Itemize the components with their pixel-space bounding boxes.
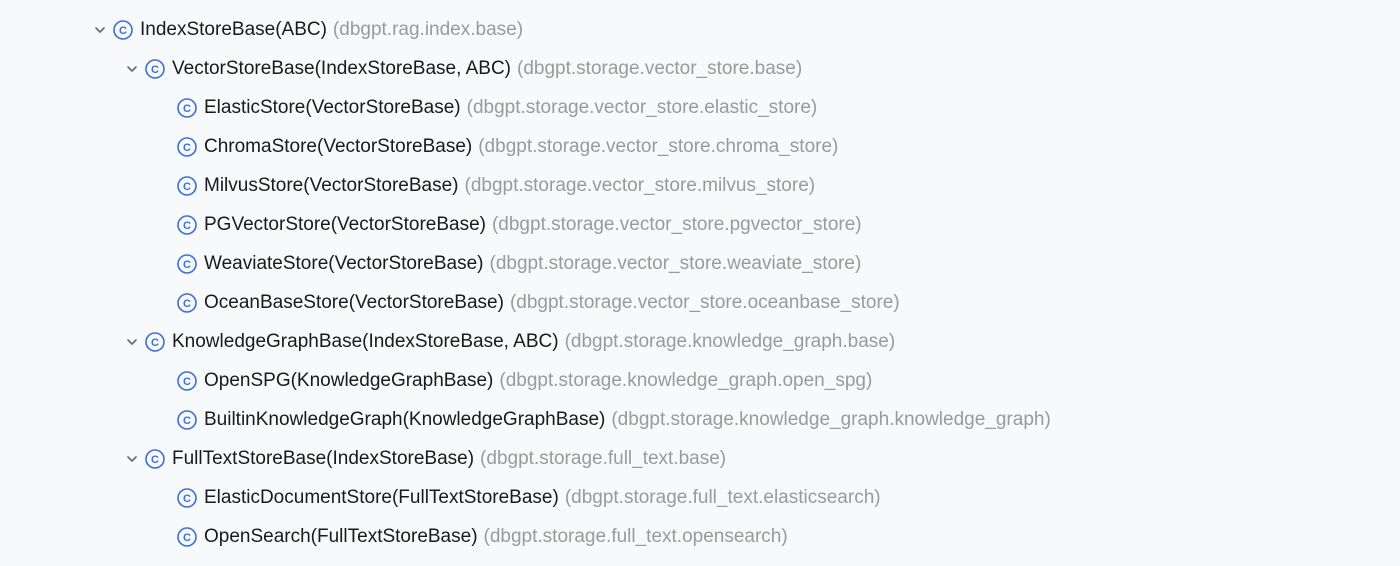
class-signature: IndexStoreBase(ABC) bbox=[140, 19, 327, 41]
svg-text:C: C bbox=[183, 142, 191, 154]
class-signature: ChromaStore(VectorStoreBase) bbox=[204, 136, 472, 158]
class-icon: C bbox=[144, 331, 166, 353]
class-icon: C bbox=[112, 19, 134, 41]
class-signature: OpenSearch(FullTextStoreBase) bbox=[204, 526, 478, 548]
svg-text:C: C bbox=[183, 220, 191, 232]
module-path: (dbgpt.rag.index.base) bbox=[333, 19, 523, 41]
class-signature: WeaviateStore(VectorStoreBase) bbox=[204, 253, 484, 275]
class-signature: VectorStoreBase(IndexStoreBase, ABC) bbox=[172, 58, 511, 80]
class-icon: C bbox=[176, 370, 198, 392]
class-signature: MilvusStore(VectorStoreBase) bbox=[204, 175, 459, 197]
class-icon: C bbox=[144, 58, 166, 80]
chevron-down-icon[interactable] bbox=[122, 63, 142, 75]
module-path: (dbgpt.storage.vector_store.pgvector_sto… bbox=[492, 214, 862, 236]
chevron-down-icon[interactable] bbox=[122, 336, 142, 348]
class-icon: C bbox=[176, 526, 198, 548]
module-path: (dbgpt.storage.vector_store.elastic_stor… bbox=[467, 97, 818, 119]
tree-row[interactable]: C WeaviateStore(VectorStoreBase) (dbgpt.st… bbox=[90, 244, 1400, 283]
module-path: (dbgpt.storage.full_text.base) bbox=[480, 448, 726, 470]
tree-row[interactable]: C PGVectorStore(VectorStoreBase) (dbgpt.st… bbox=[90, 205, 1400, 244]
class-signature: PGVectorStore(VectorStoreBase) bbox=[204, 214, 486, 236]
tree-row[interactable]: C ElasticDocumentStore(FullTextStoreBase)… bbox=[90, 478, 1400, 517]
module-path: (dbgpt.storage.vector_store.weaviate_sto… bbox=[490, 253, 862, 275]
tree-row[interactable]: C OpenSPG(KnowledgeGraphBase) (dbgpt.stora… bbox=[90, 361, 1400, 400]
tree-row[interactable]: C KnowledgeGraphBase(IndexStoreBase, ABC)… bbox=[90, 322, 1400, 361]
class-icon: C bbox=[176, 292, 198, 314]
class-signature: BuiltinKnowledgeGraph(KnowledgeGraphBase… bbox=[204, 409, 605, 431]
class-signature: OceanBaseStore(VectorStoreBase) bbox=[204, 292, 504, 314]
class-icon: C bbox=[144, 448, 166, 470]
module-path: (dbgpt.storage.vector_store.milvus_store… bbox=[465, 175, 816, 197]
svg-text:C: C bbox=[183, 493, 191, 505]
tree-row[interactable]: C IndexStoreBase(ABC) (dbgpt.rag.index.bas… bbox=[90, 10, 1400, 49]
class-signature: ElasticStore(VectorStoreBase) bbox=[204, 97, 461, 119]
module-path: (dbgpt.storage.vector_store.chroma_store… bbox=[478, 136, 838, 158]
tree-row[interactable]: C ElasticStore(VectorStoreBase) (dbgpt.sto… bbox=[90, 88, 1400, 127]
chevron-down-icon[interactable] bbox=[90, 24, 110, 36]
class-signature: KnowledgeGraphBase(IndexStoreBase, ABC) bbox=[172, 331, 559, 353]
module-path: (dbgpt.storage.vector_store.base) bbox=[517, 58, 802, 80]
svg-text:C: C bbox=[151, 337, 159, 349]
module-path: (dbgpt.storage.vector_store.oceanbase_st… bbox=[510, 292, 900, 314]
tree-row[interactable]: C VectorStoreBase(IndexStoreBase, ABC) (db… bbox=[90, 49, 1400, 88]
svg-text:C: C bbox=[119, 25, 127, 37]
svg-text:C: C bbox=[183, 532, 191, 544]
svg-text:C: C bbox=[183, 259, 191, 271]
svg-text:C: C bbox=[183, 103, 191, 115]
class-icon: C bbox=[176, 253, 198, 275]
svg-text:C: C bbox=[183, 298, 191, 310]
module-path: (dbgpt.storage.knowledge_graph.open_spg) bbox=[499, 370, 872, 392]
tree-row[interactable]: C BuiltinKnowledgeGraph(KnowledgeGraphBas… bbox=[90, 400, 1400, 439]
svg-text:C: C bbox=[183, 376, 191, 388]
svg-text:C: C bbox=[183, 181, 191, 193]
tree-row[interactable]: C OpenSearch(FullTextStoreBase) (dbgpt.sto… bbox=[90, 517, 1400, 556]
module-path: (dbgpt.storage.full_text.elasticsearch) bbox=[565, 487, 881, 509]
class-signature: FullTextStoreBase(IndexStoreBase) bbox=[172, 448, 474, 470]
module-path: (dbgpt.storage.knowledge_graph.knowledge… bbox=[611, 409, 1050, 431]
tree-row[interactable]: C MilvusStore(VectorStoreBase) (dbgpt.stor… bbox=[90, 166, 1400, 205]
module-path: (dbgpt.storage.knowledge_graph.base) bbox=[565, 331, 896, 353]
class-icon: C bbox=[176, 136, 198, 158]
class-icon: C bbox=[176, 175, 198, 197]
class-signature: OpenSPG(KnowledgeGraphBase) bbox=[204, 370, 493, 392]
svg-text:C: C bbox=[183, 415, 191, 427]
class-icon: C bbox=[176, 97, 198, 119]
chevron-down-icon[interactable] bbox=[122, 453, 142, 465]
tree-row[interactable]: C OceanBaseStore(VectorStoreBase) (dbgpt.s… bbox=[90, 283, 1400, 322]
class-icon: C bbox=[176, 487, 198, 509]
svg-text:C: C bbox=[151, 64, 159, 76]
svg-text:C: C bbox=[151, 454, 159, 466]
module-path: (dbgpt.storage.full_text.opensearch) bbox=[484, 526, 788, 548]
class-hierarchy-tree: C IndexStoreBase(ABC) (dbgpt.rag.index.bas… bbox=[0, 10, 1400, 556]
tree-row[interactable]: C FullTextStoreBase(IndexStoreBase) (dbgpt… bbox=[90, 439, 1400, 478]
class-icon: C bbox=[176, 409, 198, 431]
tree-row[interactable]: C ChromaStore(VectorStoreBase) (dbgpt.stor… bbox=[90, 127, 1400, 166]
class-signature: ElasticDocumentStore(FullTextStoreBase) bbox=[204, 487, 559, 509]
class-icon: C bbox=[176, 214, 198, 236]
